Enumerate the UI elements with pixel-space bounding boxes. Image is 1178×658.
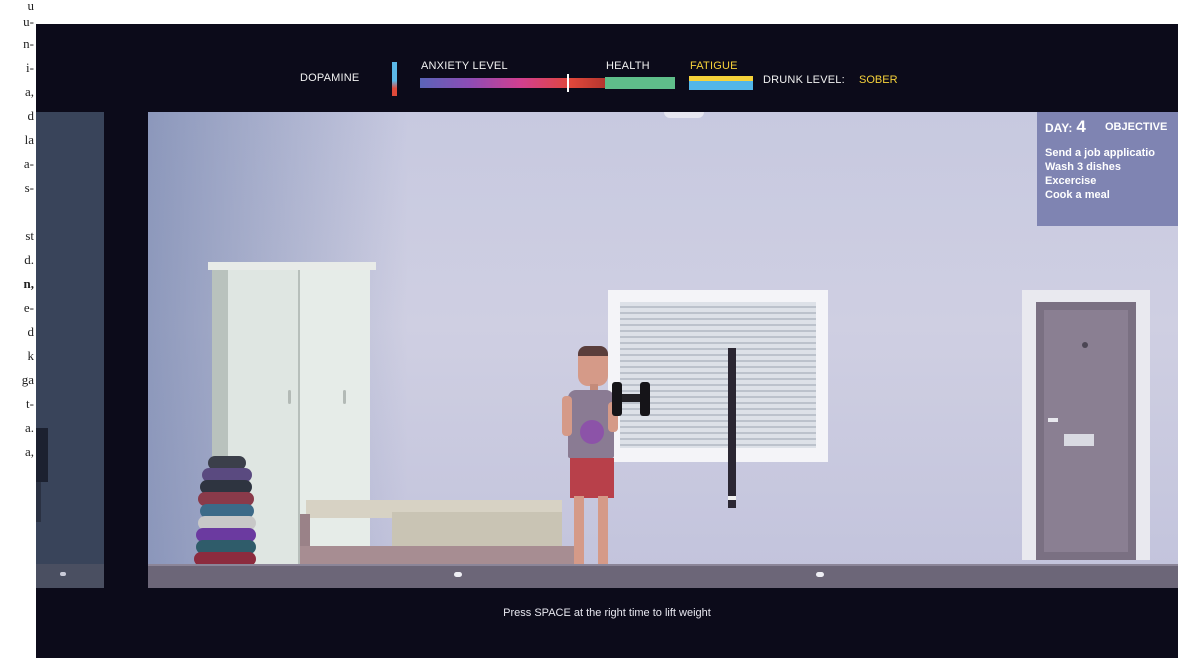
door[interactable] [1022, 290, 1150, 560]
adjacent-room [36, 112, 104, 588]
dopamine-label: DOPAMINE [300, 72, 360, 84]
dopamine-meter [392, 62, 397, 96]
barbell-stand [728, 348, 736, 508]
anxiety-label: ANXIETY LEVEL [421, 60, 508, 72]
magazine-fragment: ga [21, 372, 34, 387]
fatigue-meter [689, 76, 753, 90]
objective-item: Wash 3 dishes [1045, 161, 1122, 173]
action-prompt: Press SPACE at the right time to lift we… [503, 607, 711, 619]
magazine-fragment: a. [24, 420, 34, 435]
anxiety-marker [567, 74, 569, 92]
magazine-fragment: n, [23, 276, 34, 291]
magazine-fragment: u [27, 0, 35, 13]
objectives-list: Send a job applicatio Wash 3 dishes Exce… [1045, 146, 1155, 202]
objective-item: Cook a meal [1045, 189, 1110, 201]
adjacent-room-floor [36, 564, 104, 588]
magazine-fragment: i- [26, 60, 34, 75]
magazine-fragment: n- [23, 36, 34, 51]
magazine-fragment: d [27, 324, 35, 339]
fatigue-label: FATIGUE [690, 60, 738, 72]
magazine-fragment: e- [23, 300, 34, 315]
day-counter: DAY: 4 [1045, 117, 1086, 136]
player-character[interactable] [560, 346, 670, 582]
floor [148, 566, 1178, 588]
objectives-title: OBJECTIVE [1105, 121, 1168, 133]
magazine-text-column: u u- n- i- a, d la a- s- st d. n, e- d k… [0, 0, 36, 658]
magazine-fragment: u- [23, 14, 34, 29]
health-meter [605, 77, 675, 89]
magazine-fragment: k [27, 348, 35, 363]
magazine-fragment: d [27, 108, 35, 123]
drunk-level-value: SOBER [859, 74, 898, 86]
magazine-fragment: a, [24, 84, 34, 99]
objective-item: Send a job applicatio [1045, 147, 1156, 159]
ceiling-light [664, 112, 704, 118]
magazine-fragment: d. [24, 252, 34, 267]
magazine-fragment: la [24, 132, 34, 147]
magazine-fragment: a- [23, 156, 34, 171]
bedroom-scene [148, 112, 1178, 588]
objective-item: Excercise [1045, 175, 1097, 187]
magazine-fragment: a, [24, 444, 34, 459]
drunk-level-label: DRUNK LEVEL: [763, 74, 845, 86]
magazine-fragment: t- [26, 396, 34, 411]
game-viewport[interactable]: DOPAMINE ANXIETY LEVEL HEALTH FATIGUE DR… [36, 24, 1178, 658]
magazine-fragment: st [25, 228, 34, 243]
objectives-panel: DAY: 4 OBJECTIVE Send a job applicatio Wa… [1037, 112, 1178, 226]
anxiety-meter [420, 74, 622, 92]
health-label: HEALTH [606, 60, 650, 72]
magazine-fragment: s- [24, 180, 34, 195]
